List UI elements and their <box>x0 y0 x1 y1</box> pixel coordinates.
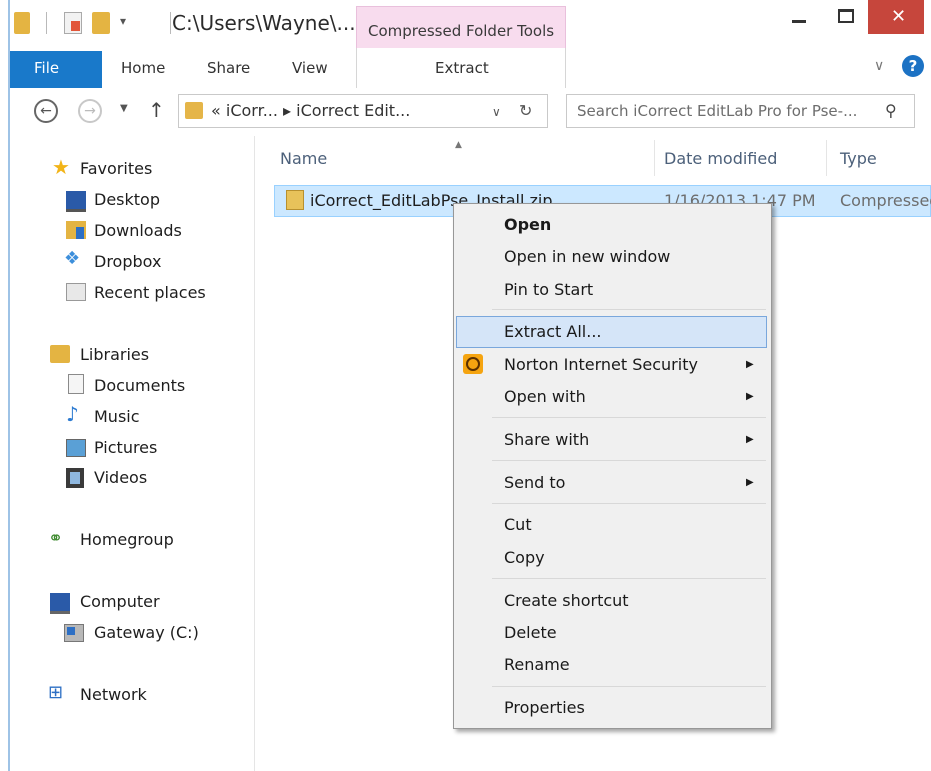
nav-documents[interactable]: Documents <box>94 376 185 395</box>
tab-share[interactable]: Share <box>207 59 250 77</box>
submenu-arrow-icon: ▶ <box>746 477 754 488</box>
nav-network[interactable]: Network <box>80 685 147 704</box>
menu-separator <box>492 460 766 461</box>
up-button[interactable]: ↑ <box>148 98 165 122</box>
dropbox-icon: ❖ <box>64 248 81 269</box>
menu-item-norton[interactable]: Norton Internet Security <box>504 355 698 374</box>
menu-separator <box>492 686 766 687</box>
qat-dropdown-icon[interactable]: ▾ <box>120 14 126 28</box>
maximize-button[interactable] <box>822 0 868 34</box>
homegroup-icon: ⚭ <box>48 528 64 549</box>
search-placeholder: Search iCorrect EditLab Pro for Pse-... <box>577 102 858 120</box>
menu-item-extract-all[interactable]: Extract All... <box>504 322 601 341</box>
nav-desktop[interactable]: Desktop <box>94 190 160 209</box>
new-folder-icon[interactable] <box>92 12 110 34</box>
menu-item-delete[interactable]: Delete <box>504 623 557 642</box>
sort-ascending-icon: ▲ <box>455 140 462 150</box>
desktop-icon <box>66 191 86 212</box>
network-icon: ⊞ <box>48 682 64 703</box>
qat-divider <box>46 12 47 34</box>
expand-ribbon-icon[interactable]: ∨ <box>874 58 884 74</box>
zip-folder-icon <box>286 190 304 210</box>
drive-icon <box>64 624 84 642</box>
tab-extract[interactable]: Extract <box>435 59 489 77</box>
tab-file[interactable]: File <box>10 51 102 88</box>
breadcrumb[interactable]: « iCorr... ▸ iCorrect Edit... <box>211 101 410 120</box>
menu-item-open-with[interactable]: Open with <box>504 387 586 406</box>
menu-item-cut[interactable]: Cut <box>504 515 532 534</box>
close-icon: ✕ <box>891 6 907 27</box>
address-bar[interactable]: « iCorr... ▸ iCorrect Edit... ∨ ↻ <box>178 94 548 128</box>
folder-icon <box>14 12 30 34</box>
submenu-arrow-icon: ▶ <box>746 359 754 370</box>
nav-recent-places[interactable]: Recent places <box>94 283 206 302</box>
menu-item-share-with[interactable]: Share with <box>504 430 589 449</box>
menu-item-highlight <box>456 316 767 348</box>
column-header-name[interactable]: Name <box>280 149 327 168</box>
submenu-arrow-icon: ▶ <box>746 434 754 445</box>
menu-item-properties[interactable]: Properties <box>504 698 585 717</box>
help-icon[interactable]: ? <box>902 55 924 77</box>
tab-file-label: File <box>34 59 60 77</box>
menu-item-send-to[interactable]: Send to <box>504 473 565 492</box>
qat-divider <box>170 12 171 34</box>
recent-places-icon <box>66 283 86 301</box>
window-title: C:\Users\Wayne\... <box>172 11 356 35</box>
tab-home[interactable]: Home <box>121 59 165 77</box>
libraries-icon <box>50 345 70 363</box>
tab-view[interactable]: View <box>292 59 328 77</box>
maximize-icon <box>838 9 854 23</box>
nav-libraries[interactable]: Libraries <box>80 345 149 364</box>
compressed-folder-tools-header: Compressed Folder Tools <box>356 6 566 48</box>
menu-item-pin-to-start[interactable]: Pin to Start <box>504 280 593 299</box>
refresh-icon[interactable]: ↻ <box>519 101 532 120</box>
column-divider[interactable] <box>654 140 655 176</box>
context-menu <box>453 203 772 729</box>
nav-computer[interactable]: Computer <box>80 592 160 611</box>
star-icon: ★ <box>52 155 70 179</box>
properties-icon[interactable] <box>64 12 82 34</box>
submenu-arrow-icon: ▶ <box>746 391 754 402</box>
nav-homegroup[interactable]: Homegroup <box>80 530 174 549</box>
recent-locations-icon[interactable]: ▼ <box>120 103 128 114</box>
nav-pictures[interactable]: Pictures <box>94 438 157 457</box>
column-divider[interactable] <box>826 140 827 176</box>
menu-item-copy[interactable]: Copy <box>504 548 545 567</box>
minimize-button[interactable] <box>776 0 822 34</box>
pictures-icon <box>66 439 86 457</box>
search-input[interactable]: Search iCorrect EditLab Pro for Pse-... … <box>566 94 915 128</box>
nav-music[interactable]: Music <box>94 407 140 426</box>
minimize-icon <box>792 20 806 23</box>
downloads-icon <box>66 221 86 239</box>
menu-separator <box>492 309 766 310</box>
videos-icon <box>66 468 84 488</box>
nav-downloads[interactable]: Downloads <box>94 221 182 240</box>
context-tab-label: Compressed Folder Tools <box>368 22 555 40</box>
search-icon[interactable]: ⚲ <box>885 101 897 120</box>
menu-separator <box>492 503 766 504</box>
computer-icon <box>50 593 70 614</box>
nav-dropbox[interactable]: Dropbox <box>94 252 161 271</box>
nav-videos[interactable]: Videos <box>94 468 147 487</box>
menu-item-create-shortcut[interactable]: Create shortcut <box>504 591 629 610</box>
file-type: Compressed <box>840 191 931 210</box>
menu-item-rename[interactable]: Rename <box>504 655 570 674</box>
address-dropdown-icon[interactable]: ∨ <box>492 105 501 119</box>
back-button[interactable]: ← <box>34 99 58 123</box>
forward-button[interactable]: → <box>78 99 102 123</box>
documents-icon <box>68 374 84 394</box>
column-header-date[interactable]: Date modified <box>664 149 777 168</box>
column-header-type[interactable]: Type <box>840 149 877 168</box>
norton-icon <box>463 354 483 374</box>
menu-separator <box>492 417 766 418</box>
nav-gateway-drive[interactable]: Gateway (C:) <box>94 623 199 642</box>
menu-separator <box>492 578 766 579</box>
close-button[interactable]: ✕ <box>868 0 924 34</box>
music-icon: ♪ <box>66 402 79 426</box>
nav-favorites[interactable]: Favorites <box>80 159 152 178</box>
menu-item-open-new-window[interactable]: Open in new window <box>504 247 670 266</box>
folder-icon <box>185 102 203 119</box>
menu-item-open[interactable]: Open <box>504 215 551 234</box>
